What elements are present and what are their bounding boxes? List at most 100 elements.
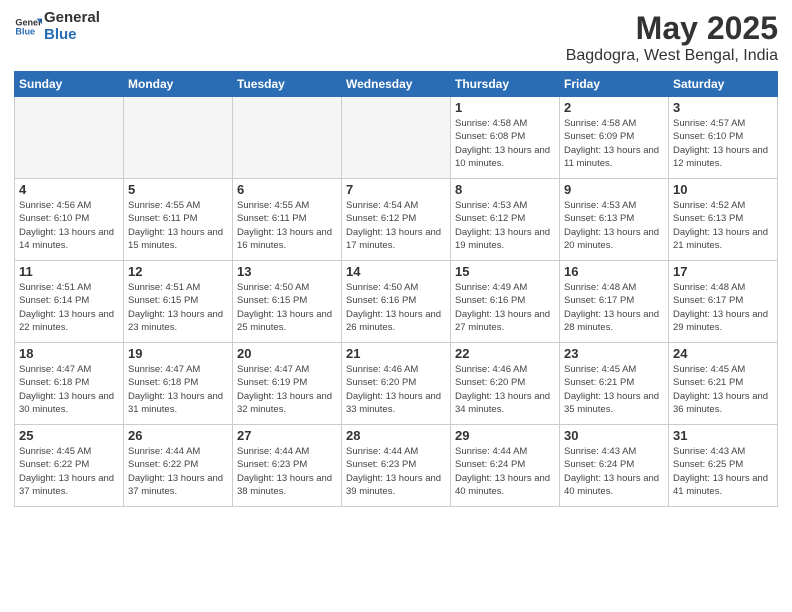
day-number: 10 [673,182,773,197]
logo: General Blue General Blue [14,10,100,43]
day-info: Sunrise: 4:47 AM Sunset: 6:19 PM Dayligh… [237,363,337,416]
day-cell-21: 21Sunrise: 4:46 AM Sunset: 6:20 PM Dayli… [342,343,451,425]
day-info: Sunrise: 4:46 AM Sunset: 6:20 PM Dayligh… [455,363,555,416]
day-number: 19 [128,346,228,361]
day-number: 6 [237,182,337,197]
week-row-2: 4 Sunrise: 4:56 AM Sunset: 6:10 PM Daylig… [15,179,778,261]
day-number: 23 [564,346,664,361]
day-number: 31 [673,428,773,443]
day-cell-15: 15 Sunrise: 4:49 AM Sunset: 6:16 PM Dayli… [451,261,560,343]
day-cell-8: 8 Sunrise: 4:53 AM Sunset: 6:12 PM Daylig… [451,179,560,261]
day-number: 16 [564,264,664,279]
main-container: General Blue General Blue May 2025 Bagdo… [0,0,792,517]
day-number: 28 [346,428,446,443]
day-cell-9: 9Sunrise: 4:53 AM Sunset: 6:13 PM Daylig… [560,179,669,261]
day-number: 13 [237,264,337,279]
column-header-tuesday: Tuesday [233,72,342,97]
day-number: 4 [19,182,119,197]
day-cell-31: 31 Sunrise: 4:43 AM Sunset: 6:25 PM Dayli… [669,425,778,507]
day-number: 9 [564,182,664,197]
week-row-4: 18 Sunrise: 4:47 AM Sunset: 6:18 PM Dayli… [15,343,778,425]
day-number: 17 [673,264,773,279]
subtitle: Bagdogra, West Bengal, India [566,47,778,65]
day-info: Sunrise: 4:51 AM Sunset: 6:14 PM Dayligh… [19,281,119,334]
day-cell-25: 25 Sunrise: 4:45 AM Sunset: 6:22 PM Dayli… [15,425,124,507]
day-number: 22 [455,346,555,361]
header: General Blue General Blue May 2025 Bagdo… [14,10,778,65]
column-header-saturday: Saturday [669,72,778,97]
day-number: 14 [346,264,446,279]
day-number: 30 [564,428,664,443]
day-info: Sunrise: 4:50 AM Sunset: 6:16 PM Dayligh… [346,281,446,334]
svg-text:Blue: Blue [15,26,35,36]
day-info: Sunrise: 4:53 AM Sunset: 6:12 PM Dayligh… [455,199,555,252]
day-cell-10: 10 Sunrise: 4:52 AM Sunset: 6:13 PM Dayli… [669,179,778,261]
day-number: 25 [19,428,119,443]
day-cell-26: 26Sunrise: 4:44 AM Sunset: 6:22 PM Dayli… [124,425,233,507]
day-cell-23: 23 Sunrise: 4:45 AM Sunset: 6:21 PM Dayli… [560,343,669,425]
day-cell-5: 5 Sunrise: 4:55 AM Sunset: 6:11 PM Daylig… [124,179,233,261]
day-info: Sunrise: 4:52 AM Sunset: 6:13 PM Dayligh… [673,199,773,252]
day-cell-16: 16Sunrise: 4:48 AM Sunset: 6:17 PM Dayli… [560,261,669,343]
column-header-friday: Friday [560,72,669,97]
day-cell-17: 17 Sunrise: 4:48 AM Sunset: 6:17 PM Dayli… [669,261,778,343]
day-cell-3: 3Sunrise: 4:57 AM Sunset: 6:10 PM Daylig… [669,97,778,179]
day-cell-28: 28 Sunrise: 4:44 AM Sunset: 6:23 PM Dayli… [342,425,451,507]
day-info: Sunrise: 4:43 AM Sunset: 6:25 PM Dayligh… [673,445,773,498]
calendar-table: SundayMondayTuesdayWednesdayThursdayFrid… [14,71,778,507]
day-number: 5 [128,182,228,197]
day-cell-20: 20 Sunrise: 4:47 AM Sunset: 6:19 PM Dayli… [233,343,342,425]
day-info: Sunrise: 4:55 AM Sunset: 6:11 PM Dayligh… [128,199,228,252]
day-info: Sunrise: 4:45 AM Sunset: 6:21 PM Dayligh… [673,363,773,416]
day-info: Sunrise: 4:45 AM Sunset: 6:21 PM Dayligh… [564,363,664,416]
week-row-5: 25 Sunrise: 4:45 AM Sunset: 6:22 PM Dayli… [15,425,778,507]
day-info: Sunrise: 4:43 AM Sunset: 6:24 PM Dayligh… [564,445,664,498]
day-info: Sunrise: 4:44 AM Sunset: 6:23 PM Dayligh… [237,445,337,498]
column-header-monday: Monday [124,72,233,97]
day-number: 15 [455,264,555,279]
day-info: Sunrise: 4:45 AM Sunset: 6:22 PM Dayligh… [19,445,119,498]
day-cell-6: 6Sunrise: 4:55 AM Sunset: 6:11 PM Daylig… [233,179,342,261]
day-info: Sunrise: 4:48 AM Sunset: 6:17 PM Dayligh… [673,281,773,334]
day-info: Sunrise: 4:49 AM Sunset: 6:16 PM Dayligh… [455,281,555,334]
day-cell-2: 2 Sunrise: 4:58 AM Sunset: 6:09 PM Daylig… [560,97,669,179]
day-cell-14: 14 Sunrise: 4:50 AM Sunset: 6:16 PM Dayli… [342,261,451,343]
day-info: Sunrise: 4:54 AM Sunset: 6:12 PM Dayligh… [346,199,446,252]
column-header-thursday: Thursday [451,72,560,97]
day-cell-13: 13 Sunrise: 4:50 AM Sunset: 6:15 PM Dayli… [233,261,342,343]
day-number: 2 [564,100,664,115]
day-cell-27: 27Sunrise: 4:44 AM Sunset: 6:23 PM Dayli… [233,425,342,507]
day-cell-22: 22 Sunrise: 4:46 AM Sunset: 6:20 PM Dayli… [451,343,560,425]
day-number: 11 [19,264,119,279]
week-row-1: 1Sunrise: 4:58 AM Sunset: 6:08 PM Daylig… [15,97,778,179]
day-info: Sunrise: 4:58 AM Sunset: 6:09 PM Dayligh… [564,117,664,170]
day-cell-empty [15,97,124,179]
logo-blue: Blue [44,27,100,44]
day-number: 24 [673,346,773,361]
day-cell-empty [233,97,342,179]
day-number: 21 [346,346,446,361]
day-info: Sunrise: 4:47 AM Sunset: 6:18 PM Dayligh… [128,363,228,416]
day-info: Sunrise: 4:44 AM Sunset: 6:23 PM Dayligh… [346,445,446,498]
column-header-sunday: Sunday [15,72,124,97]
day-cell-19: 19 Sunrise: 4:47 AM Sunset: 6:18 PM Dayli… [124,343,233,425]
column-header-wednesday: Wednesday [342,72,451,97]
day-number: 1 [455,100,555,115]
day-info: Sunrise: 4:57 AM Sunset: 6:10 PM Dayligh… [673,117,773,170]
day-cell-1: 1Sunrise: 4:58 AM Sunset: 6:08 PM Daylig… [451,97,560,179]
day-number: 20 [237,346,337,361]
day-info: Sunrise: 4:51 AM Sunset: 6:15 PM Dayligh… [128,281,228,334]
day-number: 29 [455,428,555,443]
week-row-3: 11 Sunrise: 4:51 AM Sunset: 6:14 PM Dayli… [15,261,778,343]
day-info: Sunrise: 4:50 AM Sunset: 6:15 PM Dayligh… [237,281,337,334]
logo-icon: General Blue [14,13,42,41]
day-number: 26 [128,428,228,443]
day-info: Sunrise: 4:44 AM Sunset: 6:24 PM Dayligh… [455,445,555,498]
day-number: 8 [455,182,555,197]
day-info: Sunrise: 4:47 AM Sunset: 6:18 PM Dayligh… [19,363,119,416]
day-info: Sunrise: 4:56 AM Sunset: 6:10 PM Dayligh… [19,199,119,252]
day-cell-18: 18 Sunrise: 4:47 AM Sunset: 6:18 PM Dayli… [15,343,124,425]
header-row: SundayMondayTuesdayWednesdayThursdayFrid… [15,72,778,97]
day-number: 18 [19,346,119,361]
day-cell-11: 11 Sunrise: 4:51 AM Sunset: 6:14 PM Dayli… [15,261,124,343]
